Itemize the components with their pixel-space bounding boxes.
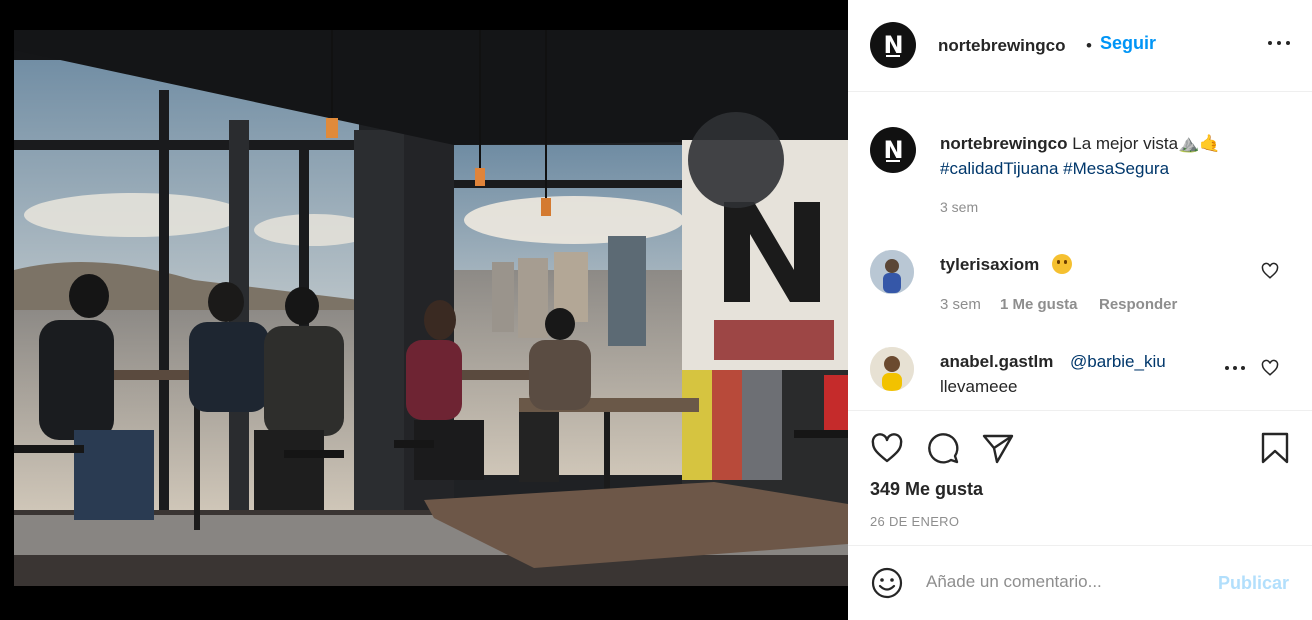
comment-likes[interactable]: 1 Me gusta	[1000, 296, 1078, 313]
follow-button[interactable]: Seguir	[1100, 33, 1156, 54]
caption-text: nortebrewingco La mejor vista⛰️🤙 #calida…	[940, 131, 1290, 181]
comment-heart-icon[interactable]	[1261, 359, 1279, 377]
commenter-avatar[interactable]	[870, 250, 914, 294]
caption-time: 3 sem	[940, 199, 979, 215]
comment-text: llevameee	[940, 377, 1018, 396]
emoji-icon[interactable]	[870, 566, 904, 600]
publish-button[interactable]: Publicar	[1218, 573, 1289, 594]
brewery-photo	[14, 30, 848, 586]
bookmark-icon[interactable]	[1258, 431, 1292, 465]
avatar-underline	[886, 160, 900, 162]
comment-more-icon[interactable]	[1225, 366, 1245, 370]
caption-hashtags[interactable]: #calidadTijuana #MesaSegura	[940, 159, 1169, 178]
comment-mention[interactable]: @barbie_kiu	[1070, 352, 1166, 372]
share-icon[interactable]	[981, 431, 1015, 465]
caption-username[interactable]: nortebrewingco	[940, 134, 1068, 153]
caption-avatar[interactable]: N	[870, 127, 916, 173]
post-actions: 349 Me gusta 26 DE ENERO	[848, 410, 1312, 544]
smiling-emoji-icon	[1052, 254, 1072, 274]
post-photo[interactable]	[14, 30, 848, 586]
avatar-underline	[886, 55, 900, 57]
comment-username[interactable]: tylerisaxiom	[940, 255, 1039, 275]
comment-time: 3 sem	[940, 296, 981, 313]
likes-count[interactable]: 349 Me gusta	[870, 479, 983, 500]
post-side-panel: N nortebrewingco • Seguir N nortebrewing…	[848, 0, 1312, 620]
profile-avatar[interactable]: N	[870, 22, 916, 68]
more-options-icon[interactable]	[1268, 38, 1290, 48]
comment-icon[interactable]	[926, 431, 960, 465]
add-comment-bar: Publicar	[848, 545, 1312, 620]
comment-input[interactable]	[926, 572, 1226, 592]
post-media	[0, 0, 848, 620]
heart-icon[interactable]	[870, 431, 904, 465]
separator-dot: •	[1086, 36, 1092, 55]
post-date: 26 DE ENERO	[870, 514, 960, 529]
comment-username[interactable]: anabel.gastlm	[940, 352, 1053, 372]
comment-heart-icon[interactable]	[1261, 262, 1279, 280]
caption-body: La mejor vista⛰️🤙	[1072, 134, 1221, 153]
header-username[interactable]: nortebrewingco	[938, 36, 1066, 56]
post-header: N nortebrewingco • Seguir	[848, 0, 1312, 92]
reply-button[interactable]: Responder	[1099, 296, 1177, 313]
commenter-avatar[interactable]	[870, 347, 914, 391]
